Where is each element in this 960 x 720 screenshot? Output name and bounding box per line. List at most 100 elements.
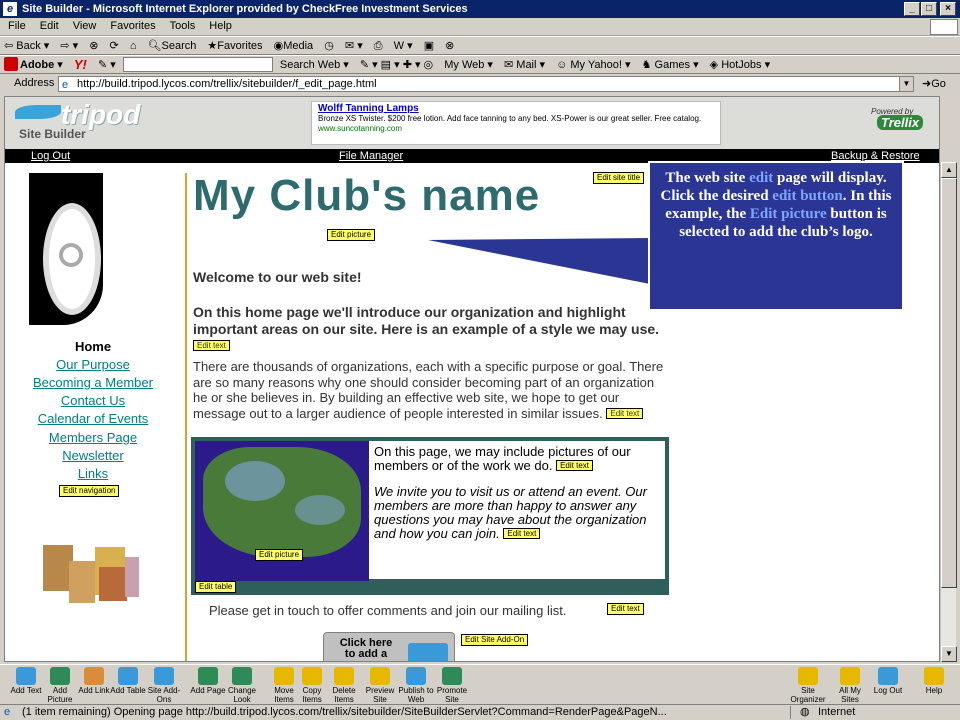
publish-to-web-icon	[406, 667, 426, 685]
status-bar: e (1 item remaining) Opening page http:/…	[0, 704, 960, 720]
discuss-button[interactable]: ▣	[420, 37, 438, 55]
edit-text-button[interactable]: Edit text	[606, 407, 644, 419]
search-button[interactable]: 🔍︎Search	[144, 37, 201, 55]
toolbar-label: Add Text	[10, 686, 42, 695]
hotjobs-link[interactable]: ◈ HotJobs ▾	[706, 56, 774, 74]
callout-note: The web site edit page will display. Cli…	[648, 161, 904, 311]
edit-text-button[interactable]: Edit text	[193, 340, 230, 351]
home-button[interactable]: ⌂	[126, 37, 141, 55]
edit-site-addon-button[interactable]: Edit Site Add-On	[461, 634, 529, 646]
nav-links[interactable]: Links	[5, 466, 181, 481]
edit-text-button[interactable]: Edit text	[607, 603, 644, 615]
yahoo-tools-button[interactable]: ✎ ▾ ▤ ▾ ✚ ▾ ◎	[356, 56, 437, 74]
menu-edit[interactable]: Edit	[32, 18, 65, 32]
adobe-button[interactable]: Adobe ▾	[0, 56, 67, 74]
mail-button[interactable]: ✉ ▾	[341, 37, 367, 55]
menu-file[interactable]: File	[0, 18, 32, 32]
toolbar-add-page-button[interactable]: Add Page	[190, 667, 226, 695]
scroll-down-icon[interactable]: ▼	[941, 646, 957, 662]
add-on-icon	[408, 643, 448, 661]
close-button[interactable]: ×	[940, 2, 956, 16]
edit-button[interactable]: W ▾	[390, 37, 417, 55]
media-button[interactable]: ◉Media	[270, 37, 318, 55]
messenger-button[interactable]: ⊗	[441, 37, 458, 55]
toolbar-copy-items-button[interactable]: Copy Items	[294, 667, 330, 704]
toolbar-add-link-button[interactable]: Add Link	[76, 667, 112, 695]
refresh-button[interactable]: ⟳	[106, 37, 123, 55]
highlight-button[interactable]: ✎ ▾	[94, 56, 120, 74]
print-button[interactable]: ⎙	[370, 37, 387, 55]
ad-body: Bronze XS Twister. $200 free lotion. Add…	[318, 114, 702, 123]
edit-navigation-button[interactable]: Edit navigation	[59, 485, 120, 497]
toolbar-delete-items-button[interactable]: Delete Items	[326, 667, 362, 704]
go-button[interactable]: ➜Go	[922, 77, 946, 90]
edit-text-button[interactable]: Edit text	[503, 528, 541, 539]
toolbar-label: Delete Items	[332, 686, 356, 704]
nav-members-page[interactable]: Members Page	[5, 430, 181, 445]
toolbar-label: Add Table	[110, 686, 146, 695]
toolbar-preview-site-button[interactable]: Preview Site	[362, 667, 398, 704]
edit-text-button[interactable]: Edit text	[556, 460, 593, 471]
favorites-button[interactable]: ★Favorites	[203, 37, 266, 55]
internet-zone-icon: ◍	[800, 706, 810, 718]
toolbar-publish-to-web-button[interactable]: Publish to Web	[398, 667, 434, 704]
maximize-button[interactable]: □	[921, 2, 937, 16]
address-input[interactable]: e http://build.tripod.lycos.com/trellix/…	[58, 76, 914, 92]
toolbar-label: Change Look	[227, 686, 257, 704]
forward-button[interactable]: ⇨ ▾	[56, 37, 82, 55]
menu-view[interactable]: View	[65, 18, 103, 32]
stop-button[interactable]: ⊗	[85, 37, 102, 55]
toolbar-change-look-button[interactable]: Change Look	[224, 667, 260, 704]
toolbar-site-organizer-button[interactable]: Site Organizer	[790, 667, 826, 704]
vertical-scrollbar[interactable]: ▲ ▼	[940, 162, 957, 662]
nav-contact-us[interactable]: Contact Us	[5, 393, 181, 408]
menu-help[interactable]: Help	[201, 18, 238, 32]
zone-label: Internet	[818, 706, 856, 718]
ad-title[interactable]: Wolff Tanning Lamps	[318, 104, 714, 114]
nav-newsletter[interactable]: Newsletter	[5, 448, 181, 463]
mail-link[interactable]: ✉ Mail ▾	[500, 56, 549, 74]
my-yahoo-link[interactable]: ☺ My Yahoo! ▾	[552, 56, 634, 74]
add-table-icon	[118, 667, 138, 685]
add-on-placeholder[interactable]: Click here to add a	[323, 632, 455, 661]
yahoo-button[interactable]: Y!	[70, 56, 91, 74]
history-button[interactable]: ◷	[320, 37, 338, 55]
toolbar-log-out-button[interactable]: Log Out	[870, 667, 906, 695]
address-dropdown-icon[interactable]: ▼	[899, 77, 913, 91]
minimize-button[interactable]: _	[904, 2, 920, 16]
edit-picture-button[interactable]: Edit picture	[255, 549, 304, 561]
toolbar-help-button[interactable]: Help	[916, 667, 952, 695]
nav-our-purpose[interactable]: Our Purpose	[5, 357, 181, 372]
toolbar-site-add-ons-button[interactable]: Site Add-Ons	[146, 667, 182, 704]
back-button[interactable]: ⇦ Back ▾	[0, 37, 53, 55]
toolbar-add-text-button[interactable]: Add Text	[8, 667, 44, 695]
nav-home[interactable]: Home	[5, 339, 181, 354]
menu-bar: File Edit View Favorites Tools Help	[0, 18, 960, 36]
toolbar-add-picture-button[interactable]: Add Picture	[42, 667, 78, 704]
toolbar-all-my-sites-button[interactable]: All My Sites	[832, 667, 868, 704]
ad-banner[interactable]: Wolff Tanning Lamps Bronze XS Twister. $…	[311, 101, 721, 145]
toolbar-label: Publish to Web	[398, 686, 434, 704]
nav-calendar[interactable]: Calendar of Events	[5, 411, 181, 426]
menu-tools[interactable]: Tools	[162, 18, 202, 32]
toolbar-label: Add Picture	[47, 686, 73, 704]
media-icon: ◉	[273, 40, 284, 52]
toolbar-label: Promote Site	[436, 686, 468, 704]
edit-picture-button[interactable]: Edit picture	[327, 229, 376, 241]
file-manager-link[interactable]: File Manager	[339, 149, 403, 163]
site-title: My Club's name	[193, 171, 541, 220]
scroll-thumb[interactable]	[941, 178, 957, 588]
toolbar-promote-site-button[interactable]: Promote Site	[434, 667, 470, 704]
edit-table-button[interactable]: Edit table	[195, 581, 237, 593]
edit-site-title-button[interactable]: Edit site title	[593, 172, 645, 184]
scroll-up-icon[interactable]: ▲	[941, 162, 957, 178]
search-web-button[interactable]: Search Web ▾	[276, 56, 353, 74]
yahoo-search-input[interactable]	[122, 57, 273, 72]
my-web-button[interactable]: My Web ▾	[440, 56, 497, 74]
nav-becoming-member[interactable]: Becoming a Member	[5, 375, 181, 390]
toolbar-add-table-button[interactable]: Add Table	[110, 667, 146, 695]
logout-link[interactable]: Log Out	[31, 149, 70, 163]
tripod-header: tripod Site Builder Wolff Tanning Lamps …	[5, 97, 939, 149]
games-link[interactable]: ♞ Games ▾	[638, 56, 703, 74]
menu-favorites[interactable]: Favorites	[102, 18, 161, 32]
